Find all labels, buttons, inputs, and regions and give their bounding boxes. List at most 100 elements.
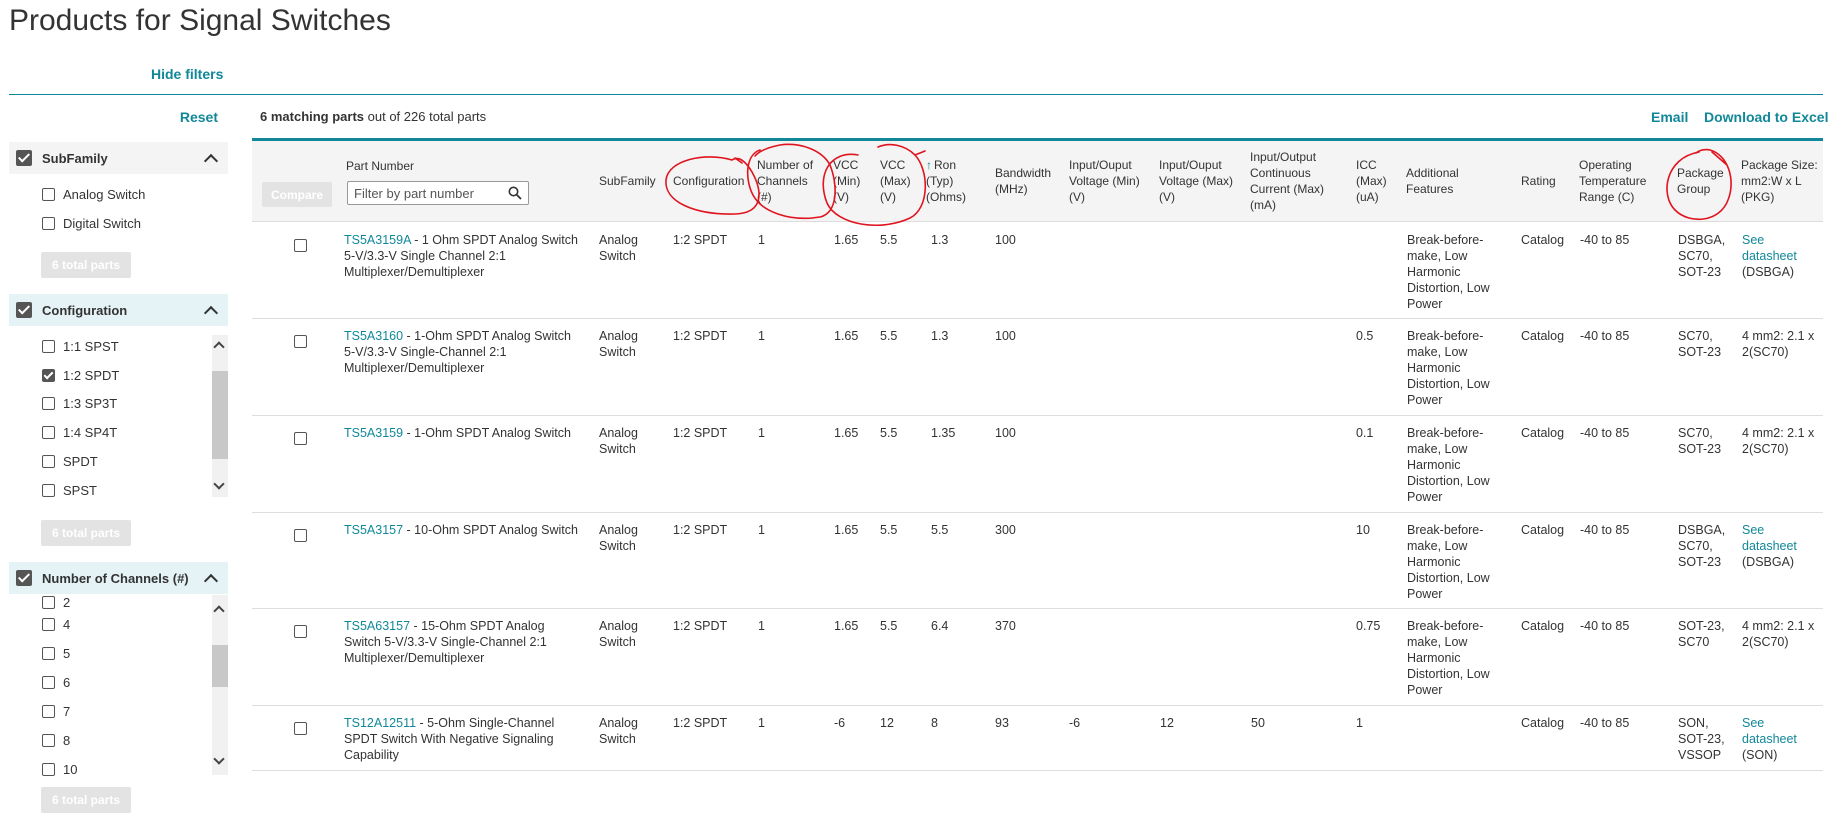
facet-option[interactable]: SPST xyxy=(42,483,97,498)
total-parts-button[interactable]: 6 total parts xyxy=(41,252,131,278)
column-header-channels[interactable]: Number of Channels (#) xyxy=(757,157,821,205)
column-header-bandwidth[interactable]: Bandwidth (MHz) xyxy=(995,165,1057,197)
part-number-cell: TS5A63157 - 15-Ohm SPDT Analog Switch 5-… xyxy=(344,618,584,666)
row-compare-checkbox[interactable] xyxy=(294,335,307,348)
column-header-operating-temp[interactable]: Operating Temperature Range (C) xyxy=(1579,157,1659,205)
facet-option[interactable]: 10 xyxy=(42,762,77,777)
column-header-io-voltage-max[interactable]: Input/Ouput Voltage (Max) (V) xyxy=(1159,157,1241,205)
column-header-ron[interactable]: ↑ Ron (Typ) (Ohms) xyxy=(926,157,982,205)
scroll-up-icon[interactable] xyxy=(213,341,225,353)
sort-ascending-icon[interactable]: ↑ xyxy=(926,158,932,172)
facet-option[interactable]: 1:3 SP3T xyxy=(42,396,117,411)
column-header-icc[interactable]: ICC (Max) (uA) xyxy=(1356,157,1392,205)
row-compare-checkbox[interactable] xyxy=(294,529,307,542)
column-header-package-group[interactable]: Package Group xyxy=(1677,165,1727,197)
see-datasheet-link[interactable]: See datasheet xyxy=(1742,716,1797,746)
total-parts-button[interactable]: 6 total parts xyxy=(41,787,131,813)
part-number-link[interactable]: TS12A12511 xyxy=(344,716,416,730)
scroll-down-icon[interactable] xyxy=(213,478,225,490)
scroll-down-icon[interactable] xyxy=(213,753,225,765)
facet-scrollbar[interactable] xyxy=(212,335,228,497)
facet-scrollbar[interactable] xyxy=(212,595,228,775)
row-compare-checkbox[interactable] xyxy=(294,625,307,638)
see-datasheet-link[interactable]: See datasheet xyxy=(1742,523,1797,553)
part-number-filter-input[interactable] xyxy=(347,181,529,205)
part-number-link[interactable]: TS5A63157 xyxy=(344,619,410,633)
cell-rating: Catalog xyxy=(1521,523,1565,537)
facet-option[interactable]: 1:2 SPDT xyxy=(42,368,119,383)
facet-option[interactable]: 4 xyxy=(42,617,70,632)
column-header-vcc-min[interactable]: VCC (Min) (V) xyxy=(833,157,867,205)
part-description: - 1-Ohm SPDT Analog Switch xyxy=(403,426,571,440)
download-excel-link[interactable]: Download to Excel xyxy=(1704,109,1828,125)
reset-filters-link[interactable]: Reset xyxy=(180,109,218,125)
email-link[interactable]: Email xyxy=(1651,109,1688,125)
option-checkbox-checked[interactable] xyxy=(42,369,55,382)
facet-header-subfamily[interactable]: SubFamily xyxy=(9,142,228,174)
facet-option[interactable]: 1:4 SP4T xyxy=(42,425,117,440)
column-header-vcc-max[interactable]: VCC (Max) (V) xyxy=(880,157,914,205)
column-header-part-number[interactable]: Part Number xyxy=(346,158,414,174)
facet-option[interactable]: 2 xyxy=(42,595,70,610)
chevron-up-icon[interactable] xyxy=(203,305,219,320)
scroll-up-icon[interactable] xyxy=(213,605,225,617)
option-checkbox[interactable] xyxy=(42,426,55,439)
option-label: 1:1 SPST xyxy=(63,339,119,354)
option-checkbox[interactable] xyxy=(42,596,55,609)
option-checkbox[interactable] xyxy=(42,705,55,718)
table-row: TS5A63157 - 15-Ohm SPDT Analog Switch 5-… xyxy=(252,608,1823,706)
part-number-cell: TS5A3159A - 1 Ohm SPDT Analog Switch 5-V… xyxy=(344,232,584,280)
part-number-link[interactable]: TS5A3159 xyxy=(344,426,403,440)
column-header-io-current[interactable]: Input/Output Continuous Current (Max) (m… xyxy=(1250,149,1336,213)
cell-rating: Catalog xyxy=(1521,233,1565,247)
hide-filters-link[interactable]: Hide filters xyxy=(151,66,223,82)
option-checkbox[interactable] xyxy=(42,340,55,353)
facet-option[interactable]: 6 xyxy=(42,675,70,690)
column-header-additional-features[interactable]: Additional Features xyxy=(1406,165,1486,197)
facet-option[interactable]: 1:1 SPST xyxy=(42,339,119,354)
facet-option[interactable]: 8 xyxy=(42,733,70,748)
column-header-subfamily[interactable]: SubFamily xyxy=(599,173,659,189)
row-compare-checkbox[interactable] xyxy=(294,432,307,445)
compare-button[interactable]: Compare xyxy=(262,182,332,207)
option-checkbox[interactable] xyxy=(42,763,55,776)
facet-option-analog-switch[interactable]: Analog Switch xyxy=(42,187,145,202)
search-icon[interactable] xyxy=(508,186,522,200)
column-header-configuration[interactable]: Configuration xyxy=(673,173,753,189)
facet-header-configuration[interactable]: Configuration xyxy=(9,294,228,326)
scrollbar-thumb[interactable] xyxy=(212,371,228,459)
option-checkbox[interactable] xyxy=(42,188,55,201)
option-checkbox[interactable] xyxy=(42,734,55,747)
option-checkbox[interactable] xyxy=(42,217,55,230)
facet-option[interactable]: 5 xyxy=(42,646,70,661)
facet-option-digital-switch[interactable]: Digital Switch xyxy=(42,216,141,231)
option-checkbox[interactable] xyxy=(42,618,55,631)
chevron-up-icon[interactable] xyxy=(203,153,219,168)
matching-total: out of 226 total parts xyxy=(364,109,487,124)
option-checkbox[interactable] xyxy=(42,647,55,660)
facet-checkbox[interactable] xyxy=(16,150,32,166)
part-number-link[interactable]: TS5A3160 xyxy=(344,329,403,343)
facet-checkbox[interactable] xyxy=(16,570,32,586)
option-checkbox[interactable] xyxy=(42,455,55,468)
column-header-rating[interactable]: Rating xyxy=(1521,173,1571,189)
chevron-up-icon[interactable] xyxy=(203,573,219,588)
row-compare-checkbox[interactable] xyxy=(294,239,307,252)
scrollbar-thumb[interactable] xyxy=(212,645,228,687)
facet-checkbox[interactable] xyxy=(16,302,32,318)
row-compare-checkbox[interactable] xyxy=(294,722,307,735)
option-checkbox[interactable] xyxy=(42,484,55,497)
total-parts-button[interactable]: 6 total parts xyxy=(41,520,131,546)
cell-rating: Catalog xyxy=(1521,619,1565,633)
facet-option[interactable]: 7 xyxy=(42,704,70,719)
facet-header-number-of-channels[interactable]: Number of Channels (#) xyxy=(9,562,228,594)
column-header-io-voltage-min[interactable]: Input/Ouput Voltage (Min) (V) xyxy=(1069,157,1149,205)
part-number-link[interactable]: TS5A3159A xyxy=(344,233,411,247)
facet-option[interactable]: SPDT xyxy=(42,454,98,469)
option-checkbox[interactable] xyxy=(42,397,55,410)
see-datasheet-link[interactable]: See datasheet xyxy=(1742,233,1797,263)
option-checkbox[interactable] xyxy=(42,676,55,689)
column-header-package-size[interactable]: Package Size: mm2:W x L (PKG) xyxy=(1741,157,1823,205)
part-number-link[interactable]: TS5A3157 xyxy=(344,523,403,537)
part-number-cell: TS5A3160 - 1-Ohm SPDT Analog Switch 5-V/… xyxy=(344,328,584,376)
